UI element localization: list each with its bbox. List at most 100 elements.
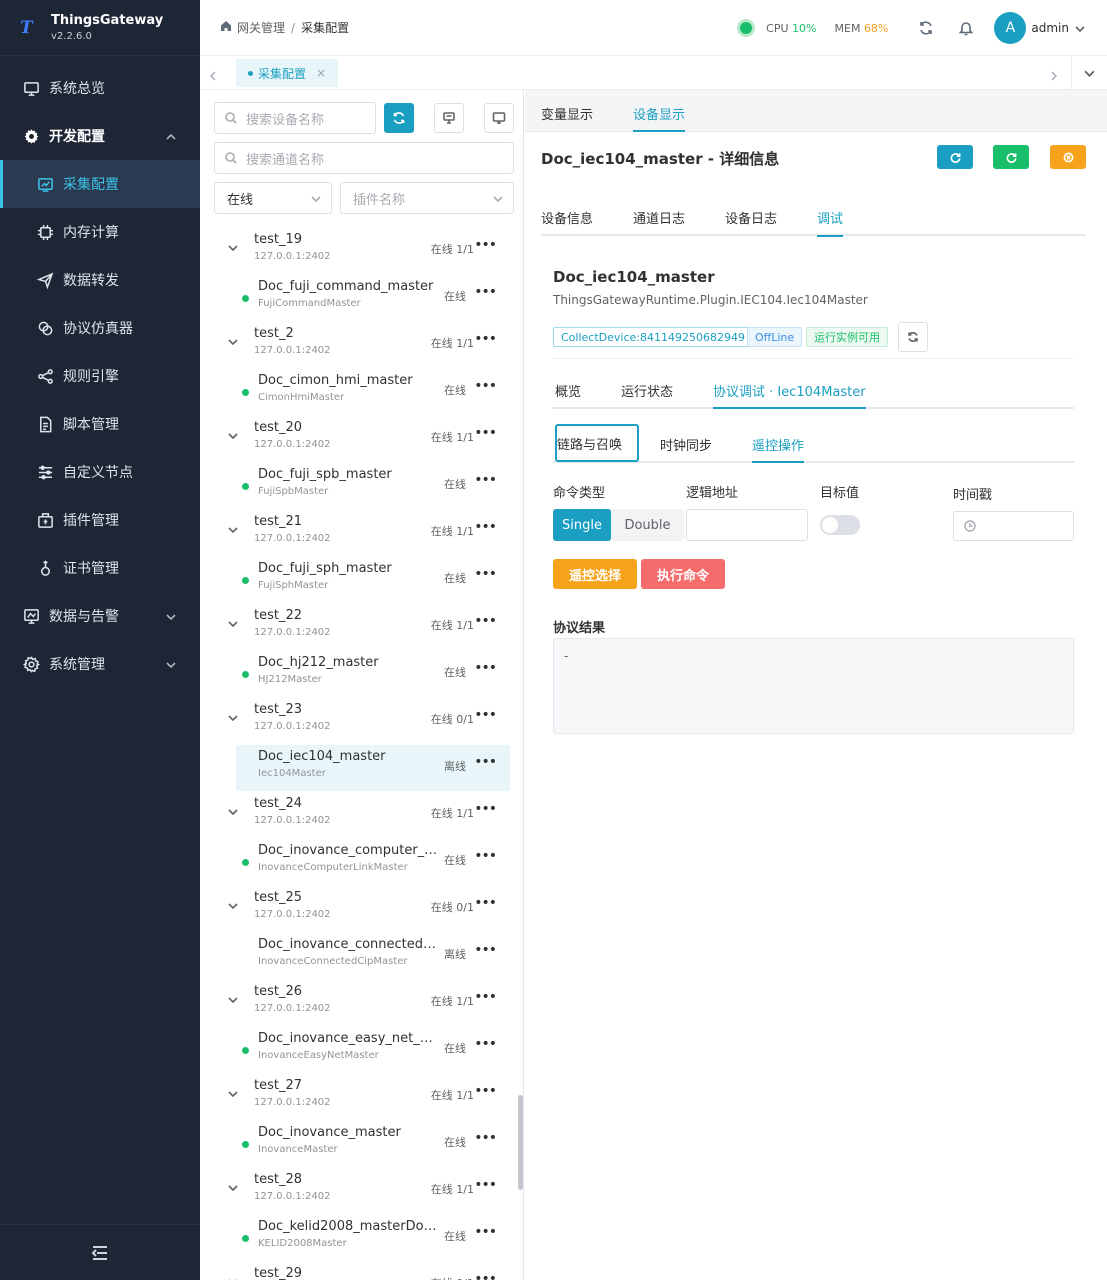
refresh-tree-button[interactable] bbox=[384, 103, 414, 133]
logic-addr-input[interactable] bbox=[686, 509, 808, 541]
sidebar-item-cert-manage[interactable]: 证书管理 bbox=[0, 544, 200, 592]
chevron-down-icon[interactable] bbox=[228, 426, 238, 445]
channel-node[interactable]: test_25 127.0.0.1:2402 在线 0/1 ••• bbox=[200, 886, 518, 932]
tab-debug[interactable]: 调试 bbox=[817, 208, 844, 237]
refresh-status-button[interactable] bbox=[898, 322, 928, 352]
more-icon[interactable]: ••• bbox=[474, 707, 497, 723]
more-icon[interactable]: ••• bbox=[474, 895, 497, 911]
tab-device-info[interactable]: 设备信息 bbox=[541, 208, 593, 227]
more-icon[interactable]: ••• bbox=[474, 237, 497, 253]
device-node[interactable]: Doc_fuji_spb_master FujiSpbMaster 在线 ••• bbox=[236, 463, 510, 509]
channel-node[interactable]: test_21 127.0.0.1:2402 在线 1/1 ••• bbox=[200, 510, 518, 556]
device-node[interactable]: Doc_cimon_hmi_master CimonHmiMaster 在线 ••• bbox=[236, 369, 510, 415]
more-icon[interactable]: ••• bbox=[474, 801, 497, 817]
more-icon[interactable]: ••• bbox=[474, 1271, 497, 1280]
more-icon[interactable]: ••• bbox=[474, 331, 497, 347]
channel-node[interactable]: test_20 127.0.0.1:2402 在线 1/1 ••• bbox=[200, 416, 518, 462]
channel-node[interactable]: test_29 在线 0/1••• bbox=[200, 1262, 518, 1280]
sidebar-item-protocol-simulator[interactable]: 协议仿真器 bbox=[0, 304, 200, 352]
device-node[interactable]: Doc_inovance_master InovanceMaster 在线 ••• bbox=[236, 1121, 510, 1167]
tab-channel-log[interactable]: 通道日志 bbox=[633, 208, 685, 227]
chevron-right-icon[interactable] bbox=[1049, 66, 1063, 81]
more-icon[interactable]: ••• bbox=[474, 284, 497, 300]
plugin-select[interactable]: 插件名称 bbox=[340, 182, 514, 214]
sidebar-item-data-forward[interactable]: 数据转发 bbox=[0, 256, 200, 304]
device-node[interactable]: Doc_fuji_sph_master FujiSphMaster 在线 ••• bbox=[236, 557, 510, 603]
chevron-down-icon[interactable] bbox=[228, 1178, 238, 1197]
sidebar-item-rule-engine[interactable]: 规则引擎 bbox=[0, 352, 200, 400]
app-logo[interactable]: T ThingsGateway v2.2.6.0 bbox=[0, 0, 200, 56]
channel-node[interactable]: test_2 127.0.0.1:2402 在线 1/1 ••• bbox=[200, 322, 518, 368]
device-node[interactable]: Doc_kelid2008_masterDoc_kelid2008_master… bbox=[236, 1215, 510, 1261]
display-button[interactable] bbox=[484, 103, 514, 133]
refresh-icon[interactable] bbox=[916, 18, 936, 38]
tab-menu-button[interactable] bbox=[1071, 56, 1107, 90]
more-icon[interactable]: ••• bbox=[474, 378, 497, 394]
channel-node[interactable]: test_27 127.0.0.1:2402 在线 1/1 ••• bbox=[200, 1074, 518, 1120]
more-icon[interactable]: ••• bbox=[474, 613, 497, 629]
more-icon[interactable]: ••• bbox=[474, 1036, 497, 1052]
more-icon[interactable]: ••• bbox=[474, 519, 497, 535]
chevron-left-icon[interactable] bbox=[208, 66, 222, 81]
remote-select-button[interactable]: 遥控选择 bbox=[553, 559, 637, 589]
tab-device-view[interactable]: 设备显示 bbox=[633, 104, 686, 132]
chevron-down-icon[interactable] bbox=[228, 1084, 238, 1103]
device-search-input[interactable]: 搜索设备名称 bbox=[214, 102, 376, 134]
tab-variable-view[interactable]: 变量显示 bbox=[541, 104, 593, 123]
more-icon[interactable]: ••• bbox=[474, 848, 497, 864]
pause-button[interactable] bbox=[1050, 145, 1086, 169]
export-button[interactable] bbox=[434, 103, 464, 133]
sidebar-item-memory-compute[interactable]: 内存计算 bbox=[0, 208, 200, 256]
cmd-type-double[interactable]: Double bbox=[611, 509, 684, 541]
more-icon[interactable]: ••• bbox=[474, 1083, 497, 1099]
target-value-switch[interactable] bbox=[820, 515, 860, 535]
more-icon[interactable]: ••• bbox=[474, 1177, 497, 1193]
channel-node[interactable]: test_26 127.0.0.1:2402 在线 1/1 ••• bbox=[200, 980, 518, 1026]
execute-command-button[interactable]: 执行命令 bbox=[641, 559, 725, 589]
breadcrumb-item[interactable]: 网关管理 bbox=[237, 19, 285, 36]
channel-node[interactable]: test_23 127.0.0.1:2402 在线 0/1 ••• bbox=[200, 698, 518, 744]
more-icon[interactable]: ••• bbox=[474, 472, 497, 488]
more-icon[interactable]: ••• bbox=[474, 1224, 497, 1240]
device-node[interactable]: Doc_inovance_computer_link_master Inovanc… bbox=[236, 839, 510, 885]
sidebar-item-overview[interactable]: 系统总览 bbox=[0, 64, 200, 112]
more-icon[interactable]: ••• bbox=[474, 754, 497, 770]
tab-device-log[interactable]: 设备日志 bbox=[725, 208, 777, 227]
device-node[interactable]: Doc_inovance_easy_net_master InovanceEasy… bbox=[236, 1027, 510, 1073]
restart-button[interactable] bbox=[993, 145, 1029, 169]
more-icon[interactable]: ••• bbox=[474, 942, 497, 958]
chevron-down-icon[interactable] bbox=[228, 238, 238, 257]
avatar[interactable]: A bbox=[994, 12, 1027, 44]
chevron-down-icon[interactable] bbox=[228, 802, 238, 821]
home-icon[interactable] bbox=[220, 20, 232, 35]
tab-protocol-debug[interactable]: 协议调试 · Iec104Master bbox=[713, 381, 866, 409]
chevron-down-icon[interactable] bbox=[228, 520, 238, 539]
tab-collect-config[interactable]: 采集配置 × bbox=[236, 59, 339, 87]
tab-overview[interactable]: 概览 bbox=[555, 381, 581, 400]
timestamp-input[interactable] bbox=[953, 511, 1074, 541]
status-select[interactable]: 在线 bbox=[214, 182, 332, 214]
chevron-down-icon[interactable] bbox=[1075, 19, 1085, 38]
chevron-down-icon[interactable] bbox=[228, 1272, 238, 1280]
tab-remote-control[interactable]: 遥控操作 bbox=[752, 435, 805, 463]
chevron-down-icon[interactable] bbox=[228, 708, 238, 727]
sidebar-item-script-manage[interactable]: 脚本管理 bbox=[0, 400, 200, 448]
device-node[interactable]: Doc_fuji_command_master FujiCommandMaster… bbox=[236, 275, 510, 321]
chevron-down-icon[interactable] bbox=[228, 614, 238, 633]
channel-node[interactable]: test_28 127.0.0.1:2402 在线 1/1 ••• bbox=[200, 1168, 518, 1214]
tab-clock-sync[interactable]: 时钟同步 bbox=[660, 435, 712, 454]
channel-node[interactable]: test_19 127.0.0.1:2402 在线 1/1 ••• bbox=[200, 228, 518, 274]
cmd-type-single[interactable]: Single bbox=[553, 509, 611, 541]
sidebar-item-dev-config[interactable]: 开发配置 bbox=[0, 112, 200, 160]
sidebar-item-plugin-manage[interactable]: 插件管理 bbox=[0, 496, 200, 544]
close-icon[interactable]: × bbox=[316, 66, 326, 80]
chevron-down-icon[interactable] bbox=[228, 896, 238, 915]
tree-scrollbar[interactable] bbox=[518, 1095, 523, 1190]
channel-node[interactable]: test_24 127.0.0.1:2402 在线 1/1 ••• bbox=[200, 792, 518, 838]
sidebar-item-collect-config[interactable]: 采集配置 bbox=[0, 160, 200, 208]
chevron-down-icon[interactable] bbox=[228, 990, 238, 1009]
more-icon[interactable]: ••• bbox=[474, 425, 497, 441]
sidebar-item-data-alarm[interactable]: 数据与告警 bbox=[0, 592, 200, 640]
username[interactable]: admin bbox=[1031, 21, 1069, 35]
chevron-down-icon[interactable] bbox=[228, 332, 238, 351]
